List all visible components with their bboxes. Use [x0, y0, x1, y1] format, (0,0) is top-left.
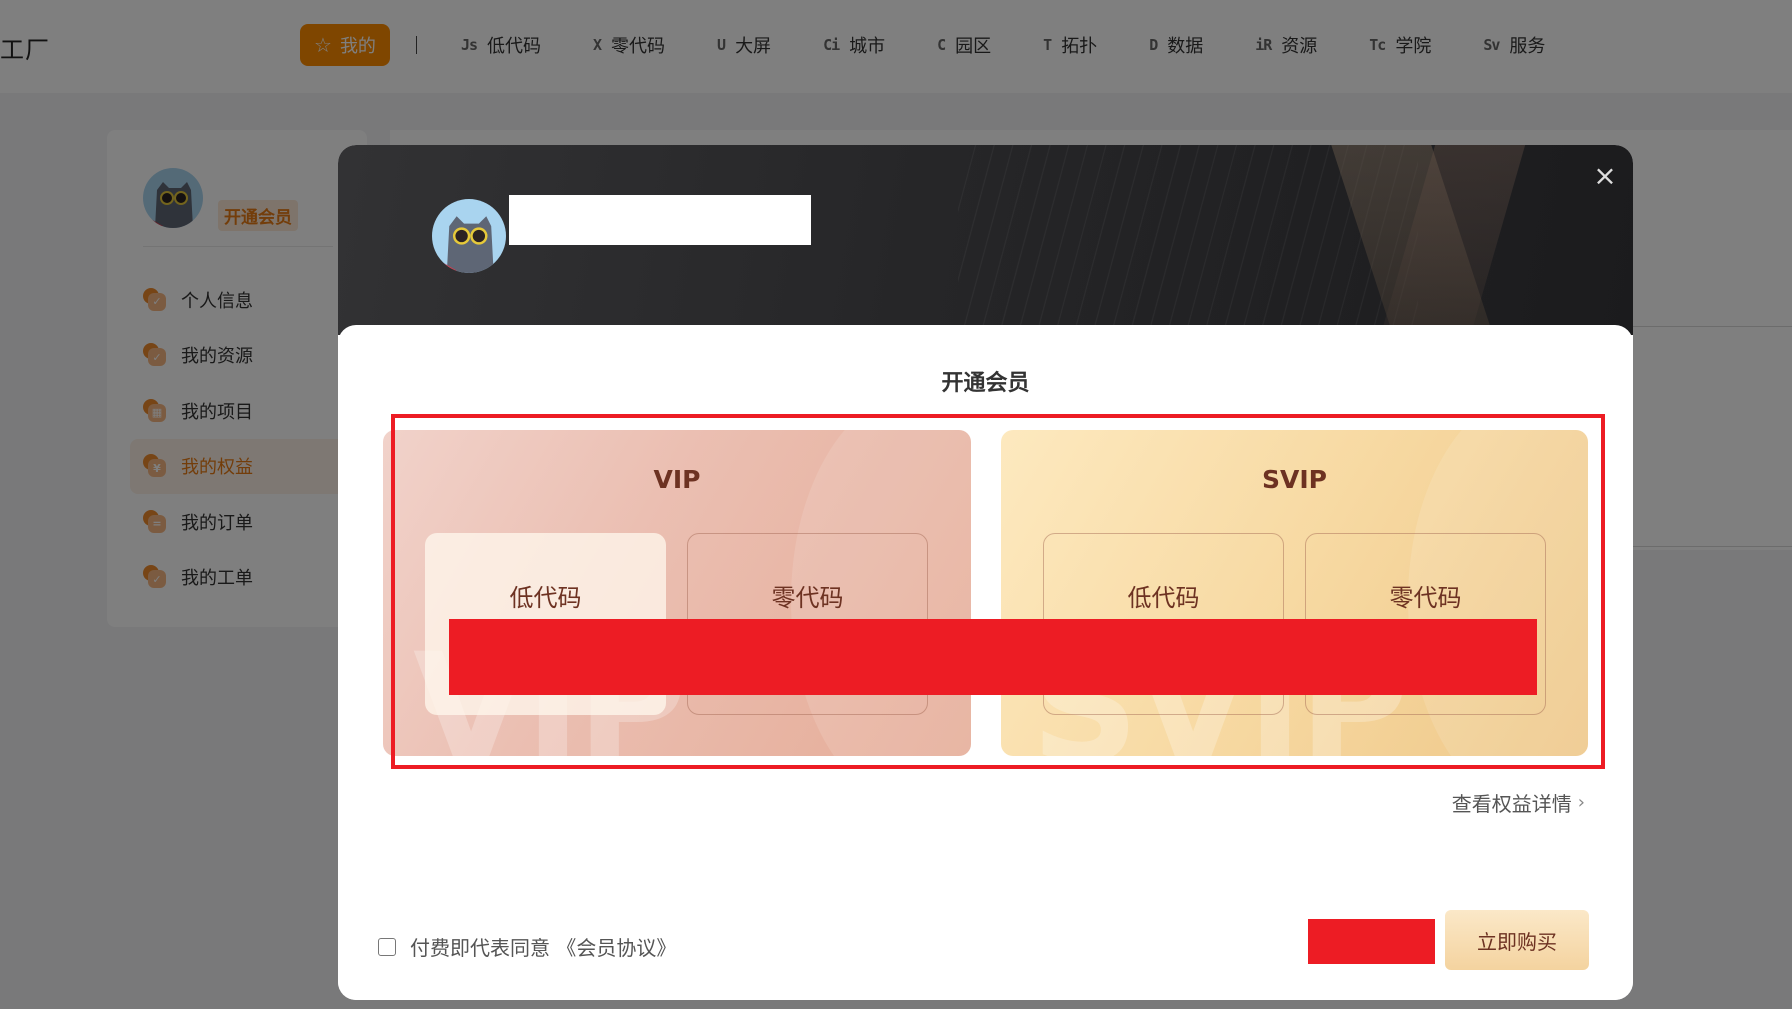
total-price-redaction: [1308, 919, 1435, 964]
agreement-row: 付费即代表同意 《会员协议》: [378, 932, 676, 961]
annotation-outline: [391, 414, 1605, 769]
agreement-text[interactable]: 付费即代表同意 《会员协议》: [410, 932, 676, 961]
modal-username-redacted: [509, 195, 811, 245]
cat-avatar-icon: [432, 199, 506, 273]
agreement-checkbox[interactable]: [378, 937, 396, 956]
modal-header-banner: ×: [338, 145, 1633, 335]
chevron-right-icon: ›: [1577, 792, 1585, 813]
view-benefits-link[interactable]: 查看权益详情 ›: [1452, 788, 1585, 817]
vip-purchase-modal: × 开通会员 VIP VIP 低代码 零代码 SVIP SVIP 低代码 零代码: [338, 145, 1633, 1000]
buy-now-button[interactable]: 立即购买: [1445, 910, 1589, 970]
price-redaction: [449, 619, 1537, 695]
modal-user-avatar: [432, 199, 506, 273]
close-icon[interactable]: ×: [1592, 162, 1618, 190]
modal-title: 开通会员: [941, 371, 1030, 396]
modal-body: 开通会员 VIP VIP 低代码 零代码 SVIP SVIP 低代码 零代码: [338, 325, 1633, 1000]
link-label: 查看权益详情: [1451, 792, 1572, 816]
